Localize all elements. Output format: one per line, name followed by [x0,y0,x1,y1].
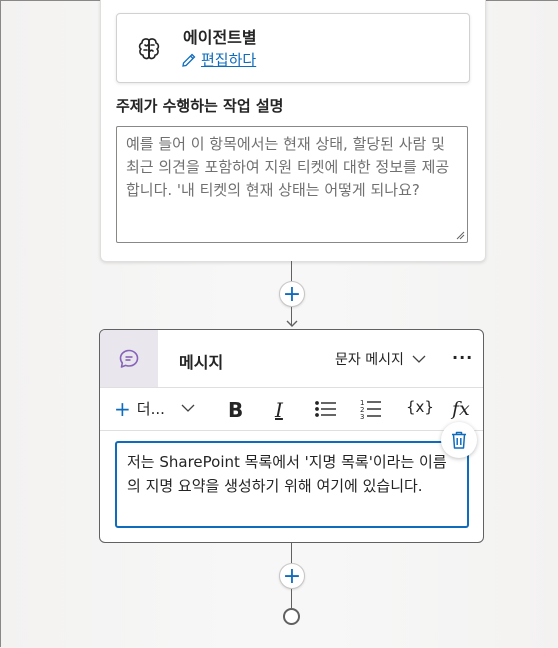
connector-line [291,543,292,563]
agent-name: 에이전트별 [183,28,257,47]
edit-agent-link[interactable]: 편집하다 [181,49,256,70]
message-toolbar: + 더... B I 1 2 3 {x} fx [100,387,483,431]
agent-node-card: 에이전트별 편집하다 주제가 수행하는 작업 설명 예를 들어 이 항목에서는 … [100,0,486,262]
edit-link-label: 편집하다 [201,51,257,69]
plus-icon: + [114,396,131,421]
message-node-title: 메시지 [179,353,224,372]
pencil-icon [182,53,196,67]
message-type-label: 문자 메시지 [335,352,404,368]
brain-icon [138,38,160,60]
plus-icon: + [282,281,302,307]
delete-message-button[interactable] [441,422,477,458]
message-node-card: 메시지 문자 메시지 ··· + 더... B I 1 2 3 {x} fx 저… [99,329,484,543]
resize-grip-icon[interactable] [456,231,465,240]
plus-icon: + [282,563,302,589]
authoring-canvas: 에이전트별 편집하다 주제가 수행하는 작업 설명 예를 들어 이 항목에서는 … [1,0,558,648]
trash-icon [452,431,466,449]
agent-box: 에이전트별 편집하다 [116,13,470,83]
end-node-circle[interactable] [283,608,300,625]
bold-icon: B [228,398,244,422]
bulleted-list-button[interactable] [315,400,337,423]
numbered-list-icon: 1 2 3 [360,399,381,421]
connector-line [291,589,292,608]
italic-icon: I [275,398,283,422]
description-placeholder: 예를 들어 이 항목에서는 현재 상태, 할당된 사람 및 최근 의견을 포함하… [126,135,450,199]
message-type-dropdown[interactable]: 문자 메시지 [335,349,426,369]
add-more-label: 더... [136,400,165,418]
chevron-down-icon [181,404,195,412]
more-options-button[interactable]: ··· [452,348,473,367]
formula-icon: fx [452,398,470,420]
svg-text:3: 3 [360,413,364,420]
chat-bubble-icon [119,349,139,368]
add-node-button[interactable]: + [279,563,305,589]
bold-button[interactable]: B [228,398,243,422]
message-text: 저는 SharePoint 목록에서 '지명 목록'이라는 이름의 지명 요약을… [127,453,447,495]
numbered-list-button[interactable]: 1 2 3 [360,398,382,425]
message-node-icon-cell [100,330,158,387]
connector-line [291,261,292,281]
add-node-button[interactable]: + [279,281,305,307]
insert-variable-button[interactable]: {x} [406,398,434,416]
chevron-down-icon [412,355,426,363]
italic-button[interactable]: I [275,398,283,422]
message-text-editor[interactable]: 저는 SharePoint 목록에서 '지명 목록'이라는 이름의 지명 요약을… [115,441,469,528]
arrow-down-icon [286,320,298,327]
description-textarea[interactable]: 예를 들어 이 항목에서는 현재 상태, 할당된 사람 및 최근 의견을 포함하… [116,126,468,243]
bulleted-list-icon [315,401,336,417]
variable-icon: {x} [406,398,434,416]
insert-formula-button[interactable]: fx [452,398,470,420]
add-more-button[interactable]: + 더... [114,398,195,419]
description-label: 주제가 수행하는 작업 설명 [116,97,284,115]
